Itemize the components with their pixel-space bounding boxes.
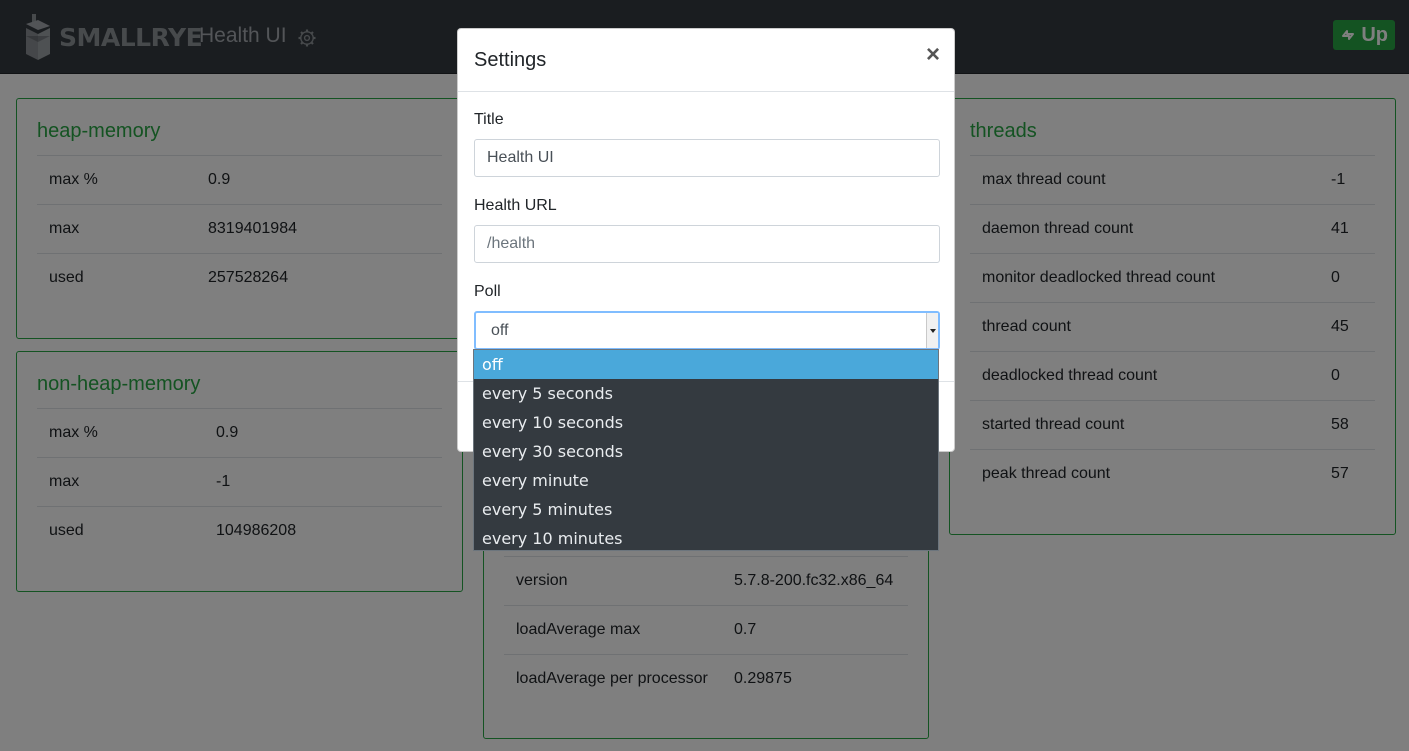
title-label: Title xyxy=(474,111,504,128)
poll-label: Poll xyxy=(474,283,501,300)
poll-select-value: off xyxy=(491,322,509,339)
poll-option-5s[interactable]: every 5 seconds xyxy=(474,379,938,408)
title-input[interactable] xyxy=(474,139,940,177)
poll-select[interactable]: off xyxy=(474,311,940,350)
chevron-down-icon[interactable] xyxy=(926,313,938,348)
modal-header: Settings × xyxy=(458,29,954,92)
close-icon[interactable]: × xyxy=(926,41,940,69)
poll-option-30s[interactable]: every 30 seconds xyxy=(474,437,938,466)
health-url-input[interactable] xyxy=(474,225,940,263)
poll-option-10s[interactable]: every 10 seconds xyxy=(474,408,938,437)
poll-option-10m[interactable]: every 10 minutes xyxy=(474,524,938,553)
health-url-label: Health URL xyxy=(474,197,557,214)
poll-option-off[interactable]: off xyxy=(474,350,938,379)
modal-title: Settings xyxy=(474,49,547,71)
poll-option-5m[interactable]: every 5 minutes xyxy=(474,495,938,524)
poll-dropdown-list: off every 5 seconds every 10 seconds eve… xyxy=(473,349,939,551)
poll-option-1m[interactable]: every minute xyxy=(474,466,938,495)
